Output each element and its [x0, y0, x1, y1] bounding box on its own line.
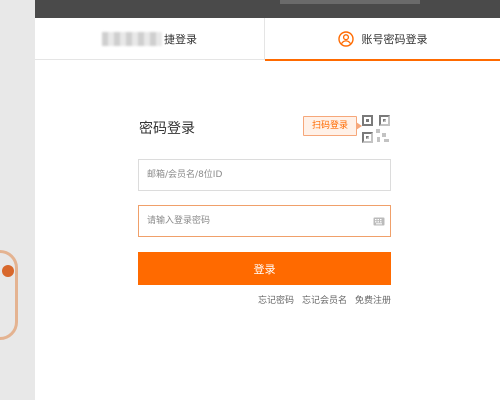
tab-account-login[interactable]: 账号密码登录	[265, 18, 500, 61]
tab-quick-login[interactable]: 捷登录	[35, 18, 265, 60]
scan-login-tip[interactable]: 扫码登录	[303, 116, 363, 136]
background-decoration	[0, 0, 35, 400]
login-panel: 捷登录 账号密码登录 密码登录 扫码登录 邮箱/会员名/8位ID 登录 忘记密码…	[35, 18, 500, 400]
password-input[interactable]	[139, 206, 390, 236]
username-input[interactable]	[139, 160, 390, 190]
forgot-password-link[interactable]: 忘记密码	[258, 293, 294, 306]
qr-code-icon[interactable]	[360, 113, 392, 145]
login-tabs: 捷登录 账号密码登录	[35, 18, 500, 61]
tab-account-login-label: 账号密码登录	[361, 33, 428, 46]
username-field[interactable]	[138, 159, 391, 191]
decoration-dot	[2, 265, 14, 277]
register-link[interactable]: 免费注册	[355, 293, 391, 306]
forgot-member-name-link[interactable]: 忘记会员名	[302, 293, 347, 306]
user-circle-icon	[337, 31, 354, 47]
blurred-text	[102, 32, 162, 46]
tab-quick-login-label: 捷登录	[164, 33, 197, 46]
help-links: 忘记密码 忘记会员名 免费注册	[258, 293, 391, 306]
decoration-ring	[0, 250, 18, 340]
password-field[interactable]	[138, 205, 391, 237]
keyboard-icon[interactable]	[373, 217, 385, 226]
top-bar-fragment	[280, 0, 420, 4]
form-title: 密码登录	[139, 121, 195, 137]
login-button[interactable]: 登录	[138, 252, 391, 285]
